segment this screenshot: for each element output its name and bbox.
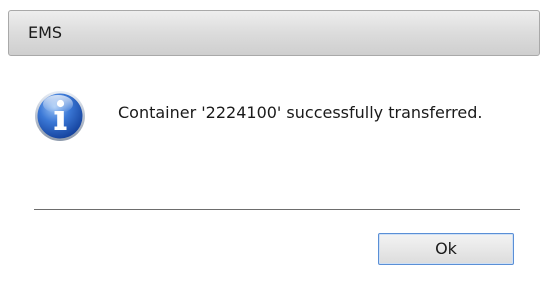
dialog-titlebar[interactable]: EMS [8, 10, 540, 56]
dialog-divider [34, 209, 520, 210]
ok-button[interactable]: Ok [378, 233, 514, 265]
information-icon [35, 91, 85, 141]
dialog-message: Container '2224100' successfully transfe… [118, 103, 483, 122]
dialog-title: EMS [28, 23, 63, 42]
message-dialog: EMS Container '2224100' successfully tra… [0, 0, 543, 283]
